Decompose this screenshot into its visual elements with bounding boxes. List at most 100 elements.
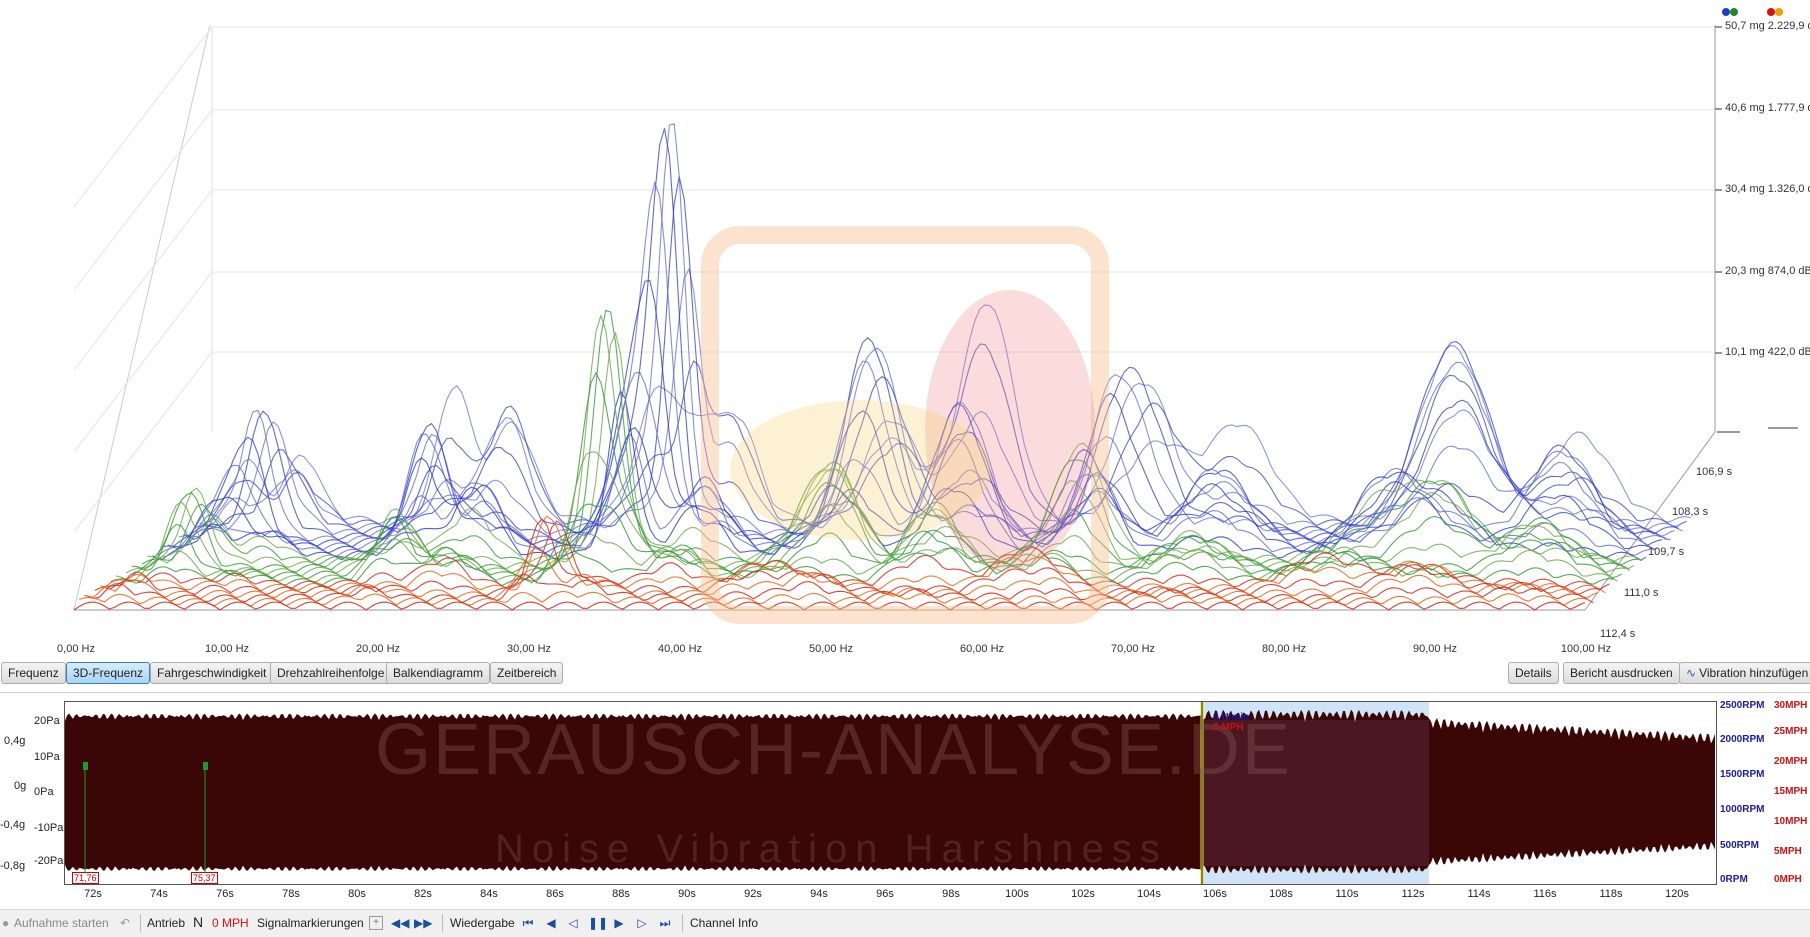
- tab-frequenz[interactable]: Frequenz: [1, 662, 66, 684]
- rpm-label: 1500RPM: [1720, 769, 1765, 780]
- time-tick-label: 102s: [1071, 888, 1095, 900]
- x-tick-label: 20,00 Hz: [355, 643, 401, 655]
- marker-add-icon[interactable]: +: [369, 916, 383, 930]
- y-tick-label: 30,4 mg 1.326,0 d: [1725, 183, 1810, 195]
- time-tick-label: 98s: [942, 888, 960, 900]
- time-tick-label: 106s: [1203, 888, 1227, 900]
- start-recording-button[interactable]: Aufnahme starten: [14, 916, 109, 930]
- skip-end-icon[interactable]: ⏭: [657, 915, 673, 931]
- rpm-label: 1000RPM: [1720, 804, 1765, 815]
- x-tick-label: 50,00 Hz: [808, 643, 854, 655]
- print-report-button[interactable]: Bericht ausdrucken: [1563, 662, 1680, 684]
- tab-3d-frequenz[interactable]: 3D-Frequenz: [66, 662, 151, 684]
- y-label-pa: 20Pa: [34, 715, 60, 727]
- rpm-label: 0RPM: [1720, 874, 1748, 885]
- time-tick-label: 74s: [150, 888, 168, 900]
- time-tick-label: 110s: [1335, 888, 1359, 900]
- time-tick-label: 116s: [1533, 888, 1557, 900]
- tab-drehzahlreihenfolge[interactable]: Drehzahlreihenfolge: [270, 662, 392, 684]
- legend-dot-red: [1767, 8, 1775, 16]
- x-tick-label: 80,00 Hz: [1261, 643, 1307, 655]
- waveform-plot[interactable]: GERAUSCH-ANALYSE.DE Noise Vibration Harsh…: [64, 701, 1717, 885]
- skip-start-icon[interactable]: ⏮: [520, 915, 536, 931]
- gridline: [73, 351, 213, 533]
- z-tick-label: 106,9 s: [1696, 466, 1733, 478]
- z-tick-label: 112,4 s: [1600, 628, 1636, 640]
- tab-fahrgeschwindigkeit[interactable]: Fahrgeschwindigkeit: [150, 662, 274, 684]
- y-tick-label: 20,3 mg 874,0 dB: [1725, 265, 1810, 277]
- y-label-g: -0,4g: [0, 819, 26, 831]
- x-tick-label: 40,00 Hz: [657, 643, 703, 655]
- rpm-label: 2000RPM: [1720, 734, 1765, 745]
- x-tick-label: 60,00 Hz: [959, 643, 1005, 655]
- time-tick-label: 108s: [1269, 888, 1293, 900]
- separator: [682, 914, 683, 932]
- time-tick-label: 114s: [1467, 888, 1491, 900]
- time-tick-label: 118s: [1599, 888, 1623, 900]
- x-tick-label: 70,00 Hz: [1110, 643, 1156, 655]
- legend-dot-green: [1730, 8, 1738, 16]
- time-tick-label: 100s: [1005, 888, 1029, 900]
- y-label-g: 0,4g: [4, 735, 26, 747]
- status-bar: ● Aufnahme starten ↶ Antrieb N 0 MPH Sig…: [0, 909, 1810, 937]
- tab-balkendiagramm[interactable]: Balkendiagramm: [386, 662, 491, 684]
- time-tick-label: 72s: [84, 888, 102, 900]
- z-tick-label: 109,7 s: [1648, 546, 1685, 558]
- frame-forward-icon[interactable]: ▷: [634, 915, 650, 931]
- frame-back-icon[interactable]: ◁: [565, 915, 581, 931]
- speed-readout: 0 MPH: [212, 916, 249, 930]
- gridline: [73, 109, 213, 291]
- y-tick-label: 40,6 mg 1.777,9 d: [1725, 102, 1810, 114]
- gear-indicator: N: [193, 914, 204, 930]
- watermark-subtitle: Noise Vibration Harshness: [495, 827, 1168, 871]
- time-tick-label: 120s: [1665, 888, 1689, 900]
- z-tick-label: 111,0 s: [1624, 587, 1659, 599]
- tab-zeitbereich[interactable]: Zeitbereich: [490, 662, 564, 684]
- drive-label: Antrieb: [147, 916, 186, 930]
- step-back-icon[interactable]: ◀: [543, 915, 559, 931]
- waveform-svg: GERAUSCH-ANALYSE.DE Noise Vibration Harsh…: [65, 702, 1715, 884]
- mph-label: 0MPH: [1774, 874, 1802, 885]
- marker-prev-icon[interactable]: ◀◀: [391, 915, 409, 931]
- time-tick-label: 90s: [678, 888, 696, 900]
- rpm-label: 2500RPM: [1720, 700, 1765, 711]
- channel-info-button[interactable]: Channel Info: [690, 916, 758, 930]
- time-tick-label: 86s: [546, 888, 564, 900]
- add-vibration-button[interactable]: ∿ Vibration hinzufügen: [1679, 662, 1810, 684]
- separator: [140, 914, 141, 932]
- legend-dot-blue: [1722, 8, 1730, 16]
- waveform-panel: 20Pa 10Pa 0Pa -10Pa -20Pa 0,4g 0g -0,4g -0,8g 25…: [0, 698, 1810, 888]
- gridline: [73, 189, 213, 371]
- z-axis-line: [1584, 431, 1716, 611]
- time-tick-label: 112s: [1401, 888, 1425, 900]
- signal-marker-handle: [203, 762, 208, 770]
- marker-label: 75,37: [191, 872, 218, 884]
- y-label-pa: 0Pa: [34, 786, 54, 798]
- watermark-shape: [730, 400, 990, 540]
- rpm-label: 500RPM: [1720, 840, 1759, 851]
- play-icon[interactable]: ▶: [611, 915, 627, 931]
- pause-icon[interactable]: ❚❚: [588, 915, 608, 931]
- record-icon: ●: [2, 916, 10, 930]
- x-tick-label: 90,00 Hz: [1412, 643, 1458, 655]
- mph-label: 20MPH: [1774, 756, 1808, 767]
- gridline: [73, 271, 213, 453]
- time-tick-label: 92s: [744, 888, 762, 900]
- y-tick-label: 10,1 mg 422,0 dB: [1725, 346, 1810, 358]
- playback-label: Wiedergabe: [450, 916, 515, 930]
- time-tick-label: 84s: [480, 888, 498, 900]
- frequency-3d-chart: 0,00 Hz 10,00 Hz 20,00 Hz 30,00 Hz 40,00 Hz 5…: [0, 0, 1810, 655]
- y-label-pa: 10Pa: [34, 751, 60, 763]
- x-tick-label: 0,00 Hz: [57, 643, 95, 655]
- cursor-mph-readout: 0 MPH: [1213, 722, 1244, 733]
- undo-icon[interactable]: ↶: [120, 916, 130, 930]
- signal-marker-handle: [83, 762, 88, 770]
- gridline: [73, 26, 213, 208]
- marker-next-icon[interactable]: ▶▶: [414, 915, 432, 931]
- y-label-pa: -10Pa: [34, 822, 64, 834]
- y-label-g: 0g: [14, 780, 27, 792]
- separator: [442, 914, 443, 932]
- signal-markers-label: Signalmarkierungen: [257, 916, 364, 930]
- details-button[interactable]: Details: [1508, 662, 1559, 684]
- vibration-icon: ∿: [1686, 666, 1697, 680]
